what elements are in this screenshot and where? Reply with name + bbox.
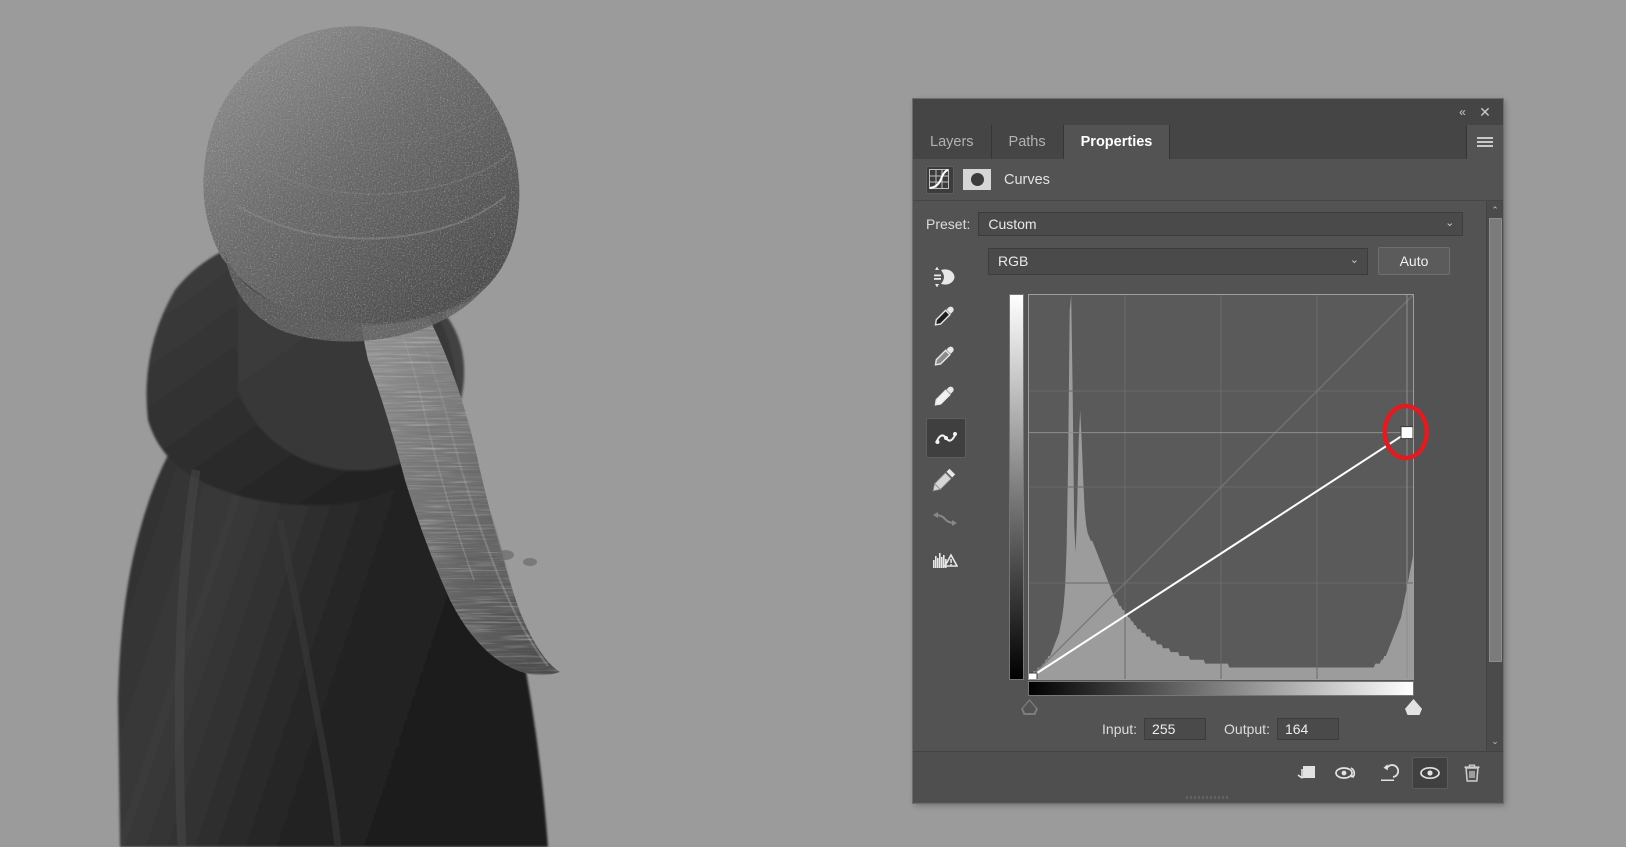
person-in-beanie-photo <box>118 26 560 847</box>
adjustment-title: Curves <box>1004 171 1050 188</box>
scrollbar-thumb[interactable] <box>1488 218 1502 662</box>
chevron-down-icon: ⌄ <box>1349 254 1359 267</box>
clip-to-layer-button[interactable] <box>1289 758 1323 788</box>
panel-body: Preset: Custom ⌄ RGB ⌄ Auto Input: 255 O… <box>913 201 1503 751</box>
collapse-panel-icon[interactable]: « <box>1453 103 1471 121</box>
chevron-down-icon: ⌄ <box>1445 217 1455 230</box>
panel-vertical-scrollbar[interactable]: ⌃ ⌄ <box>1486 201 1503 751</box>
curves-tool-column <box>926 258 968 580</box>
reset-adjustment-button[interactable] <box>1371 758 1405 788</box>
auto-button[interactable]: Auto <box>1378 247 1450 275</box>
output-field[interactable]: 164 <box>1276 718 1339 740</box>
layer-mask-thumbnail-icon[interactable] <box>963 169 991 190</box>
channel-select[interactable]: RGB ⌄ <box>988 247 1368 275</box>
curves-graph-svg <box>1029 295 1413 679</box>
channel-row: RGB ⌄ Auto <box>988 236 1486 275</box>
tab-bar-filler <box>1170 125 1467 159</box>
preview-previous-state-button[interactable] <box>1330 758 1364 788</box>
preset-select[interactable]: Custom ⌄ <box>978 212 1464 236</box>
delete-adjustment-button[interactable] <box>1455 758 1489 788</box>
output-gradient-bar <box>1009 294 1024 680</box>
adjustment-header: Curves <box>913 159 1503 201</box>
control-point-black <box>1029 672 1038 679</box>
channel-value: RGB <box>998 253 1029 269</box>
panel-titlebar: « ✕ <box>913 99 1503 125</box>
panel-body-inner: Preset: Custom ⌄ RGB ⌄ Auto Input: 255 O… <box>913 201 1486 751</box>
red-circle-annotation <box>1382 403 1430 460</box>
curves-graph-area <box>1009 294 1430 715</box>
input-output-row: Input: 255 Output: 164 <box>913 718 1486 740</box>
preset-row: Preset: Custom ⌄ <box>913 201 1486 236</box>
gray-point-eyedropper[interactable] <box>926 338 964 376</box>
curves-graph[interactable] <box>1028 294 1414 680</box>
scroll-down-arrow-icon[interactable]: ⌄ <box>1488 734 1503 749</box>
scroll-up-arrow-icon[interactable]: ⌃ <box>1488 203 1503 218</box>
black-point-eyedropper[interactable] <box>926 298 964 336</box>
preset-label: Preset: <box>926 216 971 232</box>
histogram-warning-icon[interactable] <box>926 540 964 578</box>
output-label: Output: <box>1224 721 1270 737</box>
curves-adjustment-icon <box>926 165 954 194</box>
toggle-visibility-button[interactable] <box>1412 756 1448 789</box>
on-image-adjustment-tool[interactable] <box>926 258 964 296</box>
preset-value: Custom <box>988 216 1037 232</box>
panel-footer <box>913 751 1503 793</box>
panel-tab-bar: Layers Paths Properties <box>913 125 1503 159</box>
tab-paths[interactable]: Paths <box>991 125 1064 159</box>
panel-menu-button[interactable] <box>1467 125 1503 159</box>
tab-layers[interactable]: Layers <box>913 125 992 159</box>
input-gradient-bar <box>1028 681 1414 696</box>
input-label: Input: <box>1102 721 1138 737</box>
white-point-eyedropper[interactable] <box>926 378 964 416</box>
properties-panel: « ✕ Layers Paths Properties Curves Prese… <box>913 99 1503 803</box>
smooth-curve-tool <box>926 500 964 538</box>
scrollbar-track[interactable] <box>1488 218 1502 734</box>
panel-resize-grip[interactable] <box>913 793 1503 802</box>
hamburger-menu-icon <box>1477 135 1493 149</box>
curve-point-tool[interactable] <box>926 418 966 458</box>
pencil-draw-tool[interactable] <box>926 460 964 498</box>
close-panel-icon[interactable]: ✕ <box>1476 103 1494 121</box>
input-field[interactable]: 255 <box>1144 718 1207 740</box>
tab-properties[interactable]: Properties <box>1063 125 1171 159</box>
